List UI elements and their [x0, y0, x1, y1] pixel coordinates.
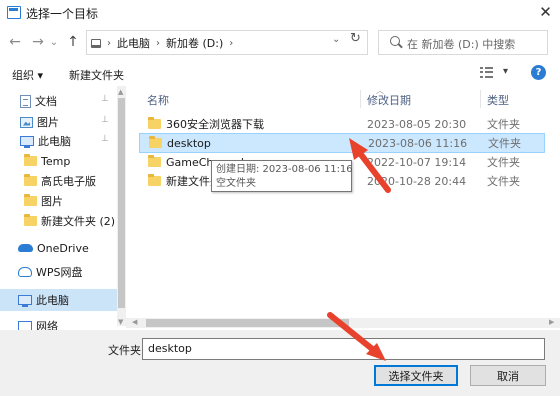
file-type: 文件夹	[487, 156, 520, 169]
scroll-left-icon[interactable]: ◀	[132, 318, 137, 326]
sidebar-item-label: 新建文件夹 (2)	[41, 215, 116, 228]
folder-name-input[interactable]: desktop	[142, 338, 545, 360]
organize-menu[interactable]: 组织 ▾	[12, 67, 43, 83]
tooltip-created-date: 创建日期: 2023-08-06 11:16	[216, 164, 353, 175]
picture-icon	[20, 116, 33, 128]
cloud-icon	[18, 244, 33, 252]
file-type: 文件夹	[487, 118, 520, 131]
file-name: 360安全浏览器下载	[166, 118, 264, 131]
file-date: 2020-10-28 20:44	[367, 174, 467, 188]
column-header-type[interactable]: 类型	[487, 92, 509, 108]
file-row[interactable]: desktop 2023-08-06 11:16 文件夹	[139, 133, 545, 153]
sidebar-scroll-thumb[interactable]	[118, 98, 125, 308]
window-title: 选择一个目标	[26, 7, 99, 21]
file-date: 2022-10-07 19:14	[367, 155, 467, 169]
sidebar-item[interactable]: OneDrive	[0, 237, 117, 259]
address-bar[interactable]: › 此电脑 › 新加卷 (D:) › ⌄	[86, 30, 368, 55]
cancel-button[interactable]: 取消	[470, 365, 546, 386]
sidebar-item[interactable]: 新建文件夹 (2)	[0, 210, 117, 232]
folder-icon	[149, 136, 162, 148]
folder-icon	[148, 117, 161, 129]
sidebar-item-label: OneDrive	[37, 241, 89, 255]
computer-icon	[20, 136, 34, 148]
sidebar-item[interactable]: 图片	[0, 190, 117, 212]
sidebar-item[interactable]: Temp	[0, 150, 117, 172]
folder-icon	[24, 174, 37, 186]
breadcrumb-drive-d[interactable]: 新加卷 (D:)	[166, 35, 223, 51]
drive-icon	[91, 38, 101, 48]
title-bar: 选择一个目标 ✕	[0, 0, 560, 26]
sidebar-item-label: 图片	[37, 116, 59, 129]
horizontal-scroll-thumb[interactable]	[146, 319, 349, 327]
file-type: 文件夹	[487, 175, 520, 188]
file-row[interactable]: 360安全浏览器下载 2023-08-05 20:30 文件夹	[139, 114, 545, 134]
sidebar-item[interactable]: 高氏电子版	[0, 170, 117, 192]
back-button[interactable]: ←	[6, 28, 24, 56]
pin-icon: ⊥	[101, 134, 109, 144]
tooltip: 创建日期: 2023-08-06 11:16 空文件夹	[211, 160, 353, 192]
search-icon	[390, 36, 400, 46]
sidebar-item-label: 高氏电子版	[41, 175, 96, 188]
refresh-button[interactable]: ↻	[350, 31, 361, 46]
folder-label: 文件夹:	[108, 344, 145, 357]
chevron-right-icon: ›	[229, 37, 234, 49]
file-date: 2023-08-05 20:30	[367, 117, 467, 131]
window-icon	[7, 6, 21, 19]
address-dropdown-icon[interactable]: ⌄	[332, 34, 340, 45]
chevron-right-icon: ›	[156, 37, 160, 49]
breadcrumb-this-pc[interactable]: 此电脑	[117, 35, 150, 51]
pin-icon: ⊥	[101, 94, 109, 104]
pin-icon: ⊥	[101, 115, 109, 125]
file-name: desktop	[167, 136, 211, 150]
toolbar: 组织 ▾ 新建文件夹 ▾ ?	[0, 62, 560, 86]
file-date: 2023-08-06 11:16	[368, 136, 468, 150]
document-icon	[20, 94, 31, 108]
up-button[interactable]: ↑	[64, 28, 82, 56]
sidebar-item[interactable]: WPS网盘	[0, 261, 117, 283]
folder-icon	[24, 214, 37, 226]
sidebar-item-label: WPS网盘	[36, 266, 83, 279]
select-folder-button[interactable]: 选择文件夹	[374, 365, 458, 386]
view-options-icon[interactable]	[480, 67, 494, 79]
tooltip-folder-status: 空文件夹	[216, 178, 256, 189]
file-type: 文件夹	[488, 137, 521, 150]
sidebar-item-label: 此电脑	[38, 135, 71, 148]
cloud-drive-icon	[18, 267, 32, 277]
folder-icon	[24, 194, 37, 206]
computer-icon	[18, 295, 32, 307]
help-icon[interactable]: ?	[531, 65, 546, 80]
folder-icon	[148, 174, 161, 186]
folder-icon	[24, 154, 37, 166]
navigation-bar: ← → ⌄ ↑ › 此电脑 › 新加卷 (D:) › ⌄ ↻ 在 新加卷 (D:…	[0, 28, 560, 58]
forward-button[interactable]: →	[29, 28, 47, 56]
recent-locations-button[interactable]: ⌄	[48, 28, 60, 56]
sidebar-item-label: 此电脑	[36, 294, 69, 307]
view-dropdown-icon[interactable]: ▾	[503, 66, 508, 77]
column-divider[interactable]	[480, 90, 481, 108]
search-input[interactable]: 在 新加卷 (D:) 中搜索	[407, 36, 515, 52]
scroll-down-icon[interactable]: ▼	[118, 318, 123, 326]
sidebar-item[interactable]: 此电脑	[0, 289, 117, 311]
new-folder-button[interactable]: 新建文件夹	[69, 67, 124, 83]
sidebar-item[interactable]: 此电脑	[0, 130, 117, 152]
scroll-right-icon[interactable]: ▶	[549, 318, 554, 326]
sidebar-item-label: Temp	[41, 154, 71, 168]
column-header-date[interactable]: 修改日期	[367, 92, 411, 108]
chevron-right-icon: ›	[107, 37, 111, 49]
scroll-up-icon[interactable]: ▲	[118, 88, 123, 96]
sidebar-item-label: 图片	[41, 195, 63, 208]
sidebar-item-label: 文档	[35, 95, 57, 108]
close-button[interactable]: ✕	[531, 0, 560, 24]
search-box[interactable]: 在 新加卷 (D:) 中搜索	[378, 30, 548, 55]
column-divider[interactable]	[360, 90, 361, 108]
column-header-name[interactable]: 名称	[147, 92, 169, 108]
folder-icon	[148, 155, 161, 167]
sidebar-item[interactable]: 文档	[0, 90, 117, 112]
